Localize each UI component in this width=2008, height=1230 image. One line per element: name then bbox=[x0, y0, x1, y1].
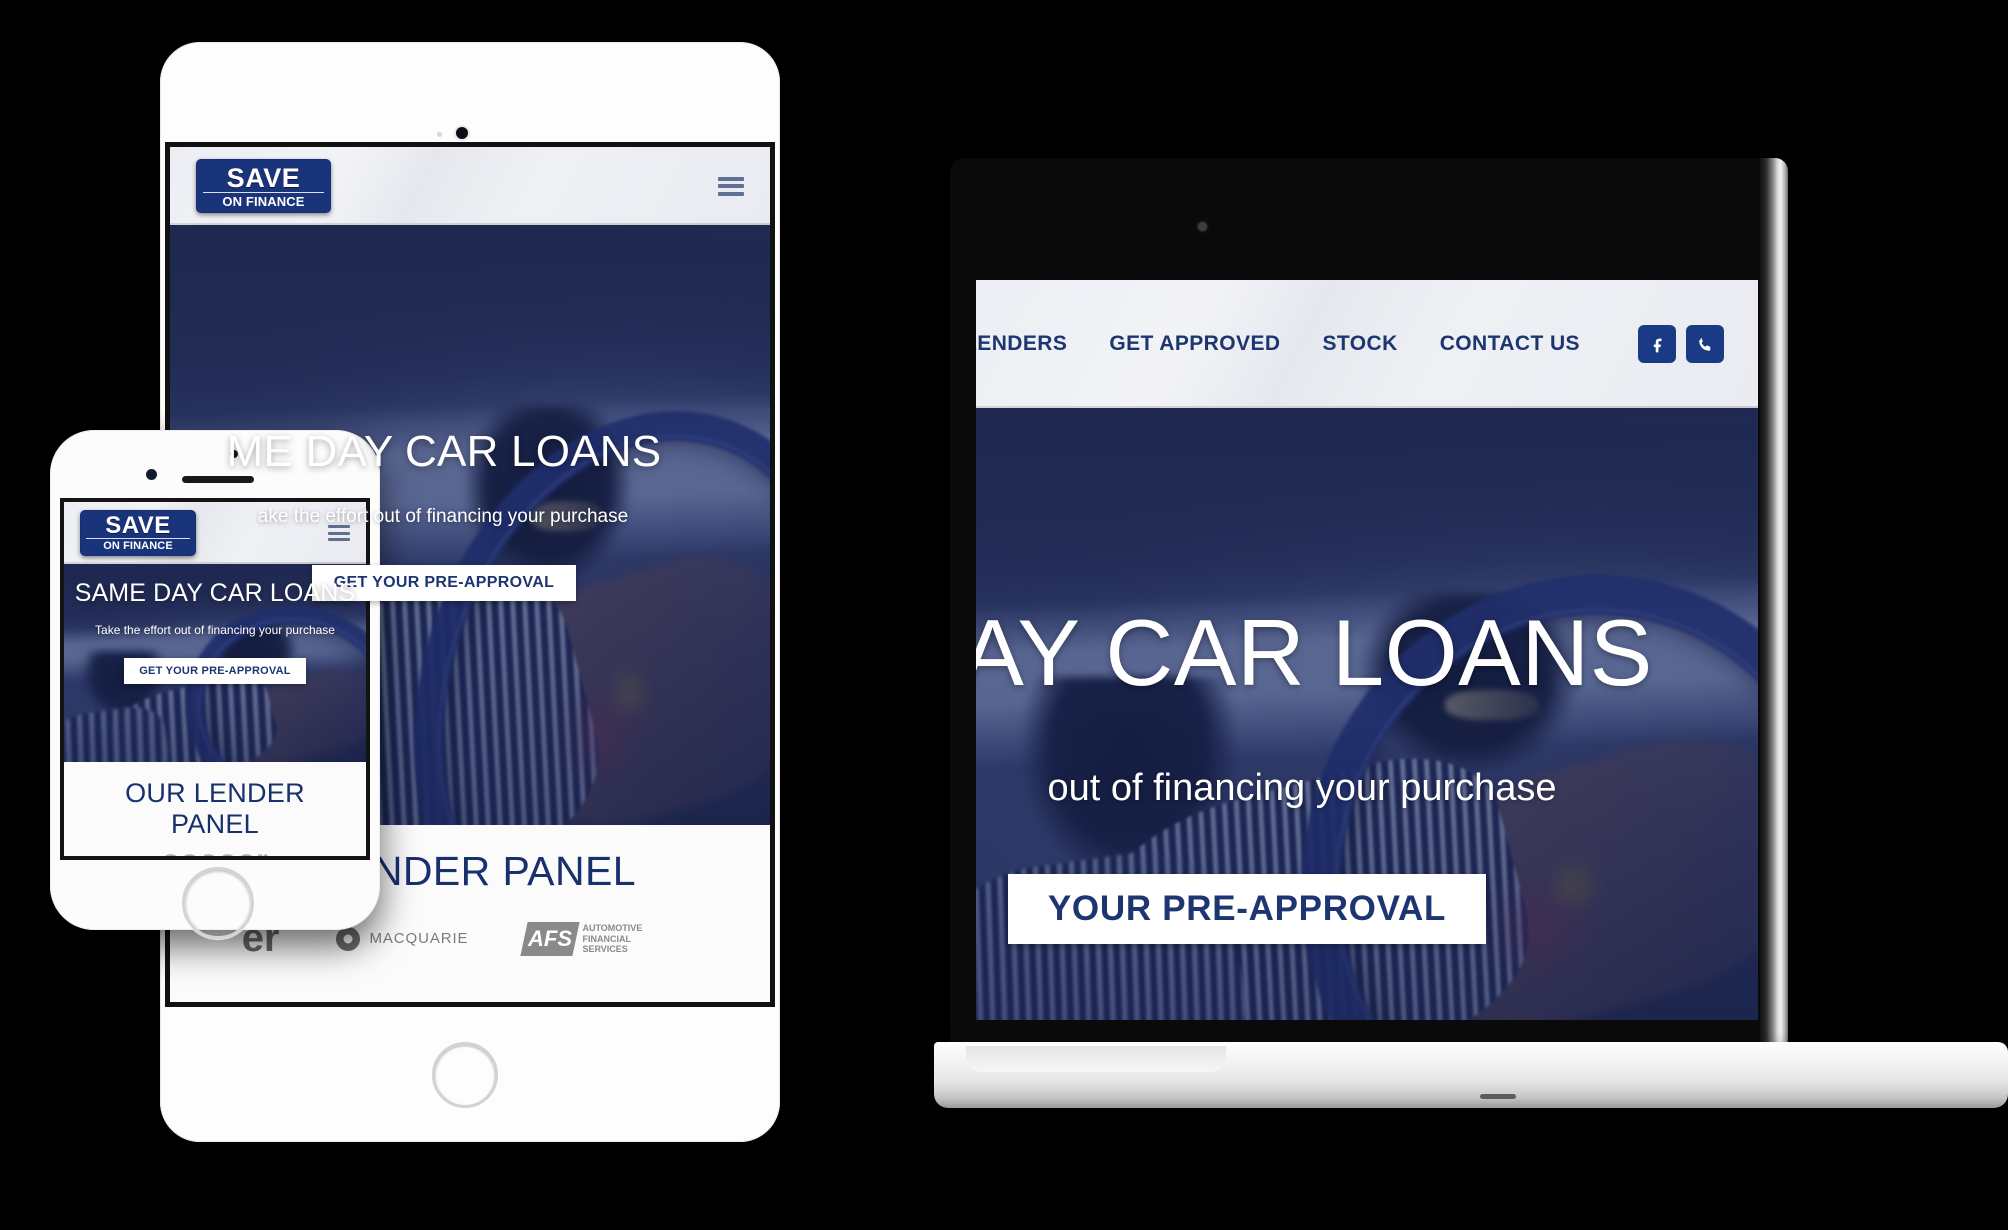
tablet-home-button[interactable] bbox=[432, 1042, 498, 1108]
lender-logo-partial-phone: ooooor bbox=[64, 844, 366, 856]
macquarie-mark-icon bbox=[335, 926, 360, 951]
hero-cta-button-laptop[interactable]: YOUR PRE-APPROVAL bbox=[1007, 874, 1487, 945]
logo-line-1-phone: SAVE bbox=[105, 512, 171, 539]
site-header-laptop: LENDERS GET APPROVED STOCK CONTACT US bbox=[976, 280, 1758, 408]
logo-line-1: SAVE bbox=[226, 162, 301, 193]
afs-mark-text: AFS bbox=[528, 925, 573, 951]
laptop-lid-notch bbox=[966, 1046, 1226, 1072]
nav-item-get-approved[interactable]: GET APPROVED bbox=[1109, 332, 1280, 356]
logo-line-2: ON FINANCE bbox=[203, 191, 324, 208]
macquarie-label: MACQUARIE bbox=[369, 930, 469, 948]
afs-wordmark: AUTOMOTIVE FINANCIAL SERVICES bbox=[582, 923, 642, 953]
hero-heading-phone: SAME DAY CAR LOANS bbox=[74, 579, 356, 607]
site-header-tablet: SAVE ON FINANCE bbox=[170, 147, 770, 225]
site-logo-tablet[interactable]: SAVE ON FINANCE bbox=[196, 159, 331, 213]
laptop-lid-edge bbox=[1760, 158, 1788, 1052]
social-links-laptop bbox=[1638, 325, 1724, 363]
afs-line-2: FINANCIAL bbox=[582, 933, 631, 944]
nav-item-lenders[interactable]: LENDERS bbox=[976, 332, 1067, 356]
lender-heading-line-2: PANEL bbox=[171, 809, 259, 840]
laptop-screen: LENDERS GET APPROVED STOCK CONTACT US bbox=[976, 280, 1758, 1020]
hero-subheading-tablet: ake the effort out of financing your pur… bbox=[257, 506, 629, 528]
phone-icon[interactable] bbox=[1686, 325, 1724, 363]
facebook-icon[interactable] bbox=[1638, 325, 1676, 363]
main-nav-laptop: LENDERS GET APPROVED STOCK CONTACT US bbox=[976, 325, 1724, 363]
nav-item-contact-us[interactable]: CONTACT US bbox=[1440, 332, 1580, 356]
afs-line-1: AUTOMOTIVE bbox=[582, 923, 643, 934]
lender-panel-phone: OUR LENDER PANEL ooooor bbox=[64, 762, 366, 856]
laptop-webcam-icon bbox=[1198, 222, 1207, 231]
hero-cta-button-phone[interactable]: GET YOUR PRE-APPROVAL bbox=[124, 658, 306, 685]
afs-mark-icon: AFS bbox=[520, 921, 581, 956]
tablet-ambient-sensor-icon bbox=[437, 132, 442, 137]
hero-subheading-phone: Take the effort out of financing your pu… bbox=[95, 623, 335, 638]
afs-logo: AFS AUTOMOTIVE FINANCIAL SERVICES bbox=[520, 921, 642, 956]
lender-panel-heading-phone: OUR LENDER PANEL bbox=[64, 778, 366, 840]
tablet-front-camera-icon bbox=[456, 127, 468, 139]
phone-home-button[interactable] bbox=[182, 867, 254, 939]
hero-section-laptop: AY CAR LOANS out of financing your purch… bbox=[976, 408, 1758, 1020]
phone-front-camera-icon bbox=[146, 469, 157, 480]
hero-section-phone: SAME DAY CAR LOANS Take the effort out o… bbox=[64, 564, 366, 762]
nav-item-stock[interactable]: STOCK bbox=[1322, 332, 1397, 356]
hero-heading-laptop: AY CAR LOANS bbox=[976, 600, 1653, 705]
afs-line-3: SERVICES bbox=[582, 943, 628, 954]
hero-subheading-laptop: out of financing your purchase bbox=[1047, 766, 1557, 809]
macquarie-logo: MACQUARIE bbox=[335, 926, 469, 951]
hero-heading-tablet: ME DAY CAR LOANS bbox=[226, 427, 662, 476]
laptop-mockup: LENDERS GET APPROVED STOCK CONTACT US bbox=[934, 158, 2008, 1113]
laptop-foot bbox=[1480, 1094, 1516, 1099]
hamburger-menu-icon[interactable] bbox=[718, 176, 744, 196]
lender-heading-line-1: OUR LENDER bbox=[125, 778, 305, 808]
